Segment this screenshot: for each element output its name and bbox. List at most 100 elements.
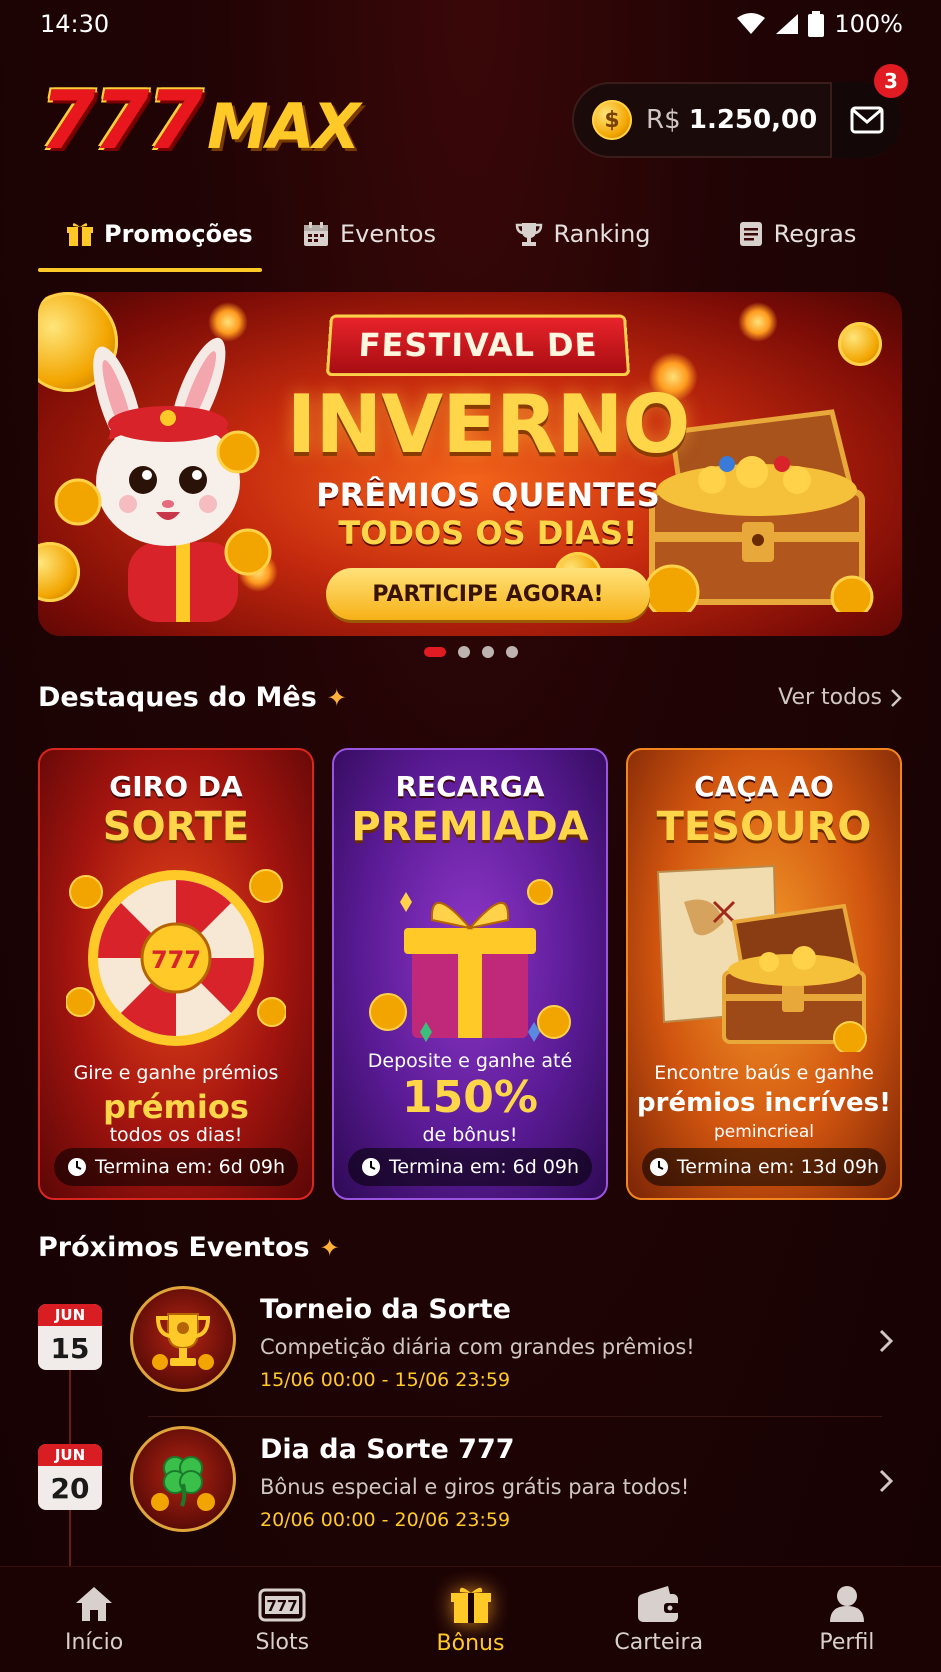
- event-item[interactable]: JUN 15 Torneio da Sorte Competição diári…: [38, 1286, 902, 1426]
- carousel-dot-active[interactable]: [423, 647, 446, 657]
- highlights-cards: GIRO DA SORTE 777 Gire e ganhe prémios p…: [38, 748, 902, 1200]
- mail-icon: [850, 106, 884, 134]
- mail-badge: 3: [874, 64, 908, 98]
- card-desc: todos os dias!: [109, 1124, 243, 1146]
- app-logo[interactable]: 777 MAX: [40, 73, 360, 167]
- carousel-indicator: [0, 646, 941, 658]
- banner-title: INVERNO: [286, 378, 691, 471]
- highlight-card-recarga[interactable]: RECARGA PREMIADA Deposite e ganhe até 15…: [332, 748, 608, 1200]
- tab-ranking[interactable]: Ranking: [476, 196, 690, 272]
- carousel-dot[interactable]: [505, 646, 518, 658]
- chevron-right-icon: [879, 1329, 894, 1353]
- event-body: Torneio da Sorte Competição diária com g…: [260, 1294, 878, 1391]
- card-desc-highlight: prémios: [103, 1088, 249, 1126]
- battery-level: 100%: [834, 10, 903, 38]
- tab-label: Regras: [773, 220, 857, 248]
- card-timer: Termina em: 6d 09h: [348, 1148, 592, 1186]
- calendar-month: JUN: [38, 1444, 102, 1466]
- user-icon: [829, 1586, 864, 1622]
- participate-button[interactable]: PARTICIPE AGORA!: [326, 568, 650, 620]
- card-title-main: TESOURO: [656, 804, 872, 850]
- card-desc-highlight: prémios incríves!: [637, 1088, 891, 1118]
- card-title-top: CAÇA AO: [694, 770, 834, 803]
- calendar-month: JUN: [38, 1304, 102, 1326]
- highlight-card-giro[interactable]: GIRO DA SORTE 777 Gire e ganhe prémios p…: [38, 748, 314, 1200]
- logo-777: 777: [40, 73, 203, 167]
- wallet-icon: [637, 1586, 680, 1622]
- card-title-main: PREMIADA: [351, 804, 589, 850]
- nav-perfil[interactable]: Perfil: [753, 1567, 941, 1672]
- see-all-link[interactable]: Ver todos: [778, 685, 902, 710]
- event-title: Torneio da Sorte: [260, 1294, 511, 1325]
- gift-icon: [67, 223, 93, 246]
- promo-banner[interactable]: FESTIVAL DE INVERNO PRÊMIOS QUENTES TODO…: [38, 292, 902, 636]
- event-item[interactable]: JUN 20 Dia da Sorte 777 Bônus especial e…: [38, 1416, 902, 1566]
- app-header: 777 MAX $ R$ 1.250,00 + 3: [40, 64, 908, 170]
- balance-pill: $ R$ 1.250,00 + 3: [572, 64, 908, 158]
- events-list: JUN 15 Torneio da Sorte Competição diári…: [38, 1286, 902, 1656]
- carousel-dot[interactable]: [457, 646, 470, 658]
- tab-regras[interactable]: Regras: [690, 196, 904, 272]
- calendar-day: 15: [50, 1331, 90, 1365]
- card-timer: Termina em: 6d 09h: [54, 1148, 298, 1186]
- tab-label: Ranking: [553, 220, 651, 248]
- nav-label: Bônus: [436, 1631, 505, 1656]
- balance-display: R$ 1.250,00: [646, 105, 817, 135]
- nav-carteira[interactable]: Carteira: [565, 1567, 753, 1672]
- clock-icon: [649, 1158, 668, 1176]
- wifi-icon: [737, 13, 766, 34]
- banner-ribbon: FESTIVAL DE: [325, 314, 631, 377]
- coin-icon: $: [592, 100, 632, 140]
- event-title: Dia da Sorte 777: [260, 1434, 515, 1465]
- highlight-card-tesouro[interactable]: CAÇA AO TESOURO Encontre baús e ganhe pr…: [626, 748, 902, 1200]
- signal-icon: [776, 14, 799, 34]
- timer-text: Termina em: 6d 09h: [388, 1156, 580, 1178]
- status-bar: 14:30 100%: [0, 0, 941, 48]
- calendar-badge: JUN 20: [38, 1444, 102, 1510]
- status-time: 14:30: [40, 10, 110, 38]
- nav-label: Perfil: [819, 1630, 875, 1655]
- card-desc: Gire e ganhe prémios: [73, 1062, 279, 1084]
- card-title-top: GIRO DA: [109, 770, 243, 803]
- logo-max: MAX: [207, 89, 360, 163]
- nav-label: Slots: [255, 1630, 310, 1655]
- tab-eventos[interactable]: Eventos: [262, 196, 476, 272]
- sparkle-icon: ✦: [326, 683, 347, 712]
- trophy-icon: [516, 223, 543, 246]
- treasure-map-chest-image: [656, 864, 867, 1052]
- gift-box-image: [369, 879, 571, 1042]
- section-title: Destaques do Mês ✦: [38, 682, 347, 713]
- events-title: Próximos Eventos: [38, 1232, 310, 1263]
- wheel-777-label: 777: [151, 946, 201, 974]
- sparkle-icon: ✦: [319, 1233, 340, 1262]
- status-icons: 100%: [736, 10, 903, 38]
- clover-icon: [130, 1426, 236, 1532]
- event-dates: 15/06 00:00 - 15/06 23:59: [260, 1369, 511, 1391]
- nav-label: Início: [64, 1630, 124, 1655]
- bottom-nav: Início 777 Slots Bônus Carteira Perfil: [0, 1566, 941, 1672]
- card-desc: Encontre baús e ganhe: [654, 1062, 874, 1084]
- nav-slots[interactable]: 777 Slots: [188, 1567, 376, 1672]
- carousel-dot[interactable]: [481, 646, 494, 658]
- event-body: Dia da Sorte 777 Bônus especial e giros …: [260, 1434, 878, 1531]
- chevron-right-icon: [891, 688, 902, 707]
- highlights-title: Destaques do Mês: [38, 682, 317, 713]
- calendar-day: 20: [50, 1471, 90, 1505]
- tab-promocoes[interactable]: Promoções: [38, 196, 262, 272]
- gift-icon: [450, 1587, 491, 1623]
- card-title-main: SORTE: [102, 804, 250, 850]
- trophy-icon: [130, 1286, 236, 1392]
- tab-label: Promoções: [104, 220, 253, 248]
- chevron-right-icon: [879, 1469, 894, 1493]
- see-all-label: Ver todos: [778, 685, 882, 710]
- document-icon: [739, 222, 762, 246]
- card-desc-highlight: 150%: [402, 1072, 538, 1123]
- nav-bonus[interactable]: Bônus: [376, 1567, 564, 1672]
- card-timer: Termina em: 13d 09h: [642, 1148, 886, 1186]
- coin-decoration: [838, 322, 882, 366]
- event-dates: 20/06 00:00 - 20/06 23:59: [260, 1509, 511, 1531]
- timer-text: Termina em: 13d 09h: [676, 1156, 880, 1178]
- card-desc: Deposite e ganhe até: [367, 1050, 573, 1072]
- nav-inicio[interactable]: Início: [0, 1567, 188, 1672]
- mail-button[interactable]: 3: [830, 64, 908, 158]
